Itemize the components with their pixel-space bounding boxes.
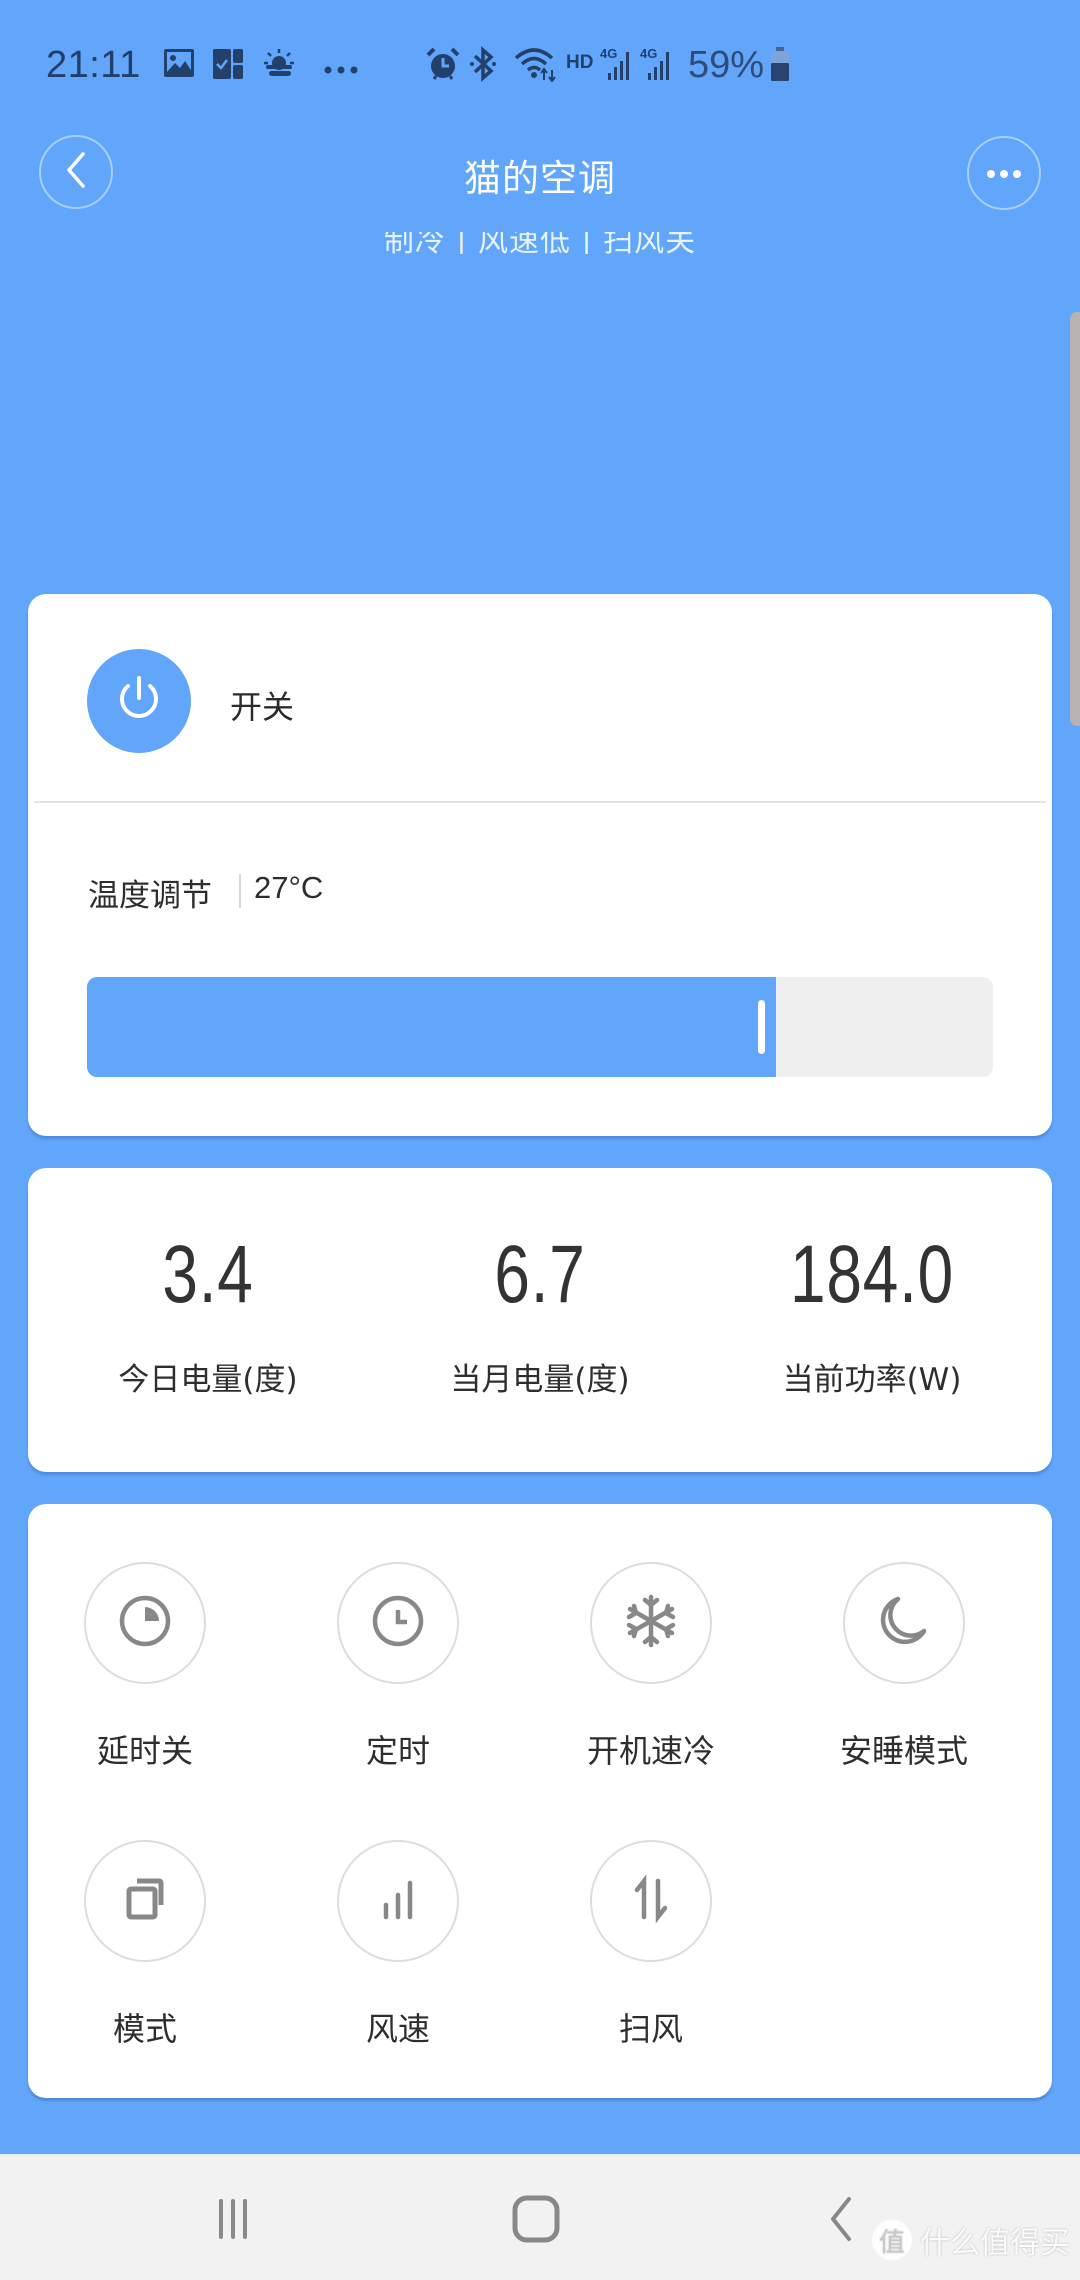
stat-label: 当前功率(W) <box>782 1362 962 1398</box>
function-icon-circle <box>337 1840 459 1962</box>
signal-4g-icon: 4G <box>640 46 680 86</box>
watermark: 值 什么值得买 <box>872 2218 1070 2262</box>
temperature-slider[interactable] <box>87 977 993 1077</box>
energy-stats-card: 3.4 今日电量(度) 6.7 当月电量(度) 184.0 当前功率(W) <box>28 1168 1052 1472</box>
alarm-icon <box>425 46 461 86</box>
stat-current-power: 184.0 当前功率(W) <box>722 1168 1022 1399</box>
weather-icon <box>262 48 296 82</box>
divider <box>34 801 1046 803</box>
page-title: 猫的空调 <box>464 157 616 200</box>
function-fan-speed[interactable]: 风速 <box>298 1840 498 2050</box>
swing-icon <box>623 1871 679 1931</box>
function-sleep-mode[interactable]: 安睡模式 <box>804 1562 1004 1772</box>
home-icon <box>511 2194 561 2248</box>
temperature-separator <box>239 874 241 908</box>
fan-speed-icon <box>370 1871 426 1931</box>
status-summary-container: 制冷 | 风速低 | 扫风关 <box>0 232 1080 254</box>
function-label: 延时关 <box>96 1732 193 1770</box>
more-button[interactable] <box>967 136 1041 210</box>
power-button[interactable] <box>87 649 191 753</box>
status-time: 21:11 <box>46 44 141 86</box>
function-mode[interactable]: 模式 <box>45 1840 245 2050</box>
tasks-icon <box>212 48 244 84</box>
stat-label: 今日电量(度) <box>118 1362 298 1398</box>
temperature-slider-thumb[interactable] <box>758 1000 765 1054</box>
system-nav-bar: 值 什么值得买 <box>0 2154 1080 2280</box>
stat-label: 当月电量(度) <box>450 1362 630 1398</box>
function-icon-circle <box>590 1562 712 1684</box>
stat-value: 6.7 <box>494 1229 586 1320</box>
function-quick-cool[interactable]: 开机速冷 <box>551 1562 751 1772</box>
status-summary: 制冷 | 风速低 | 扫风关 <box>383 232 697 254</box>
control-card: 开关 温度调节 27°C <box>28 594 1052 1136</box>
function-label: 定时 <box>365 1732 430 1770</box>
back-icon <box>825 2195 855 2247</box>
scrollbar-thumb[interactable] <box>1070 312 1080 726</box>
moon-icon <box>876 1593 932 1653</box>
home-button[interactable] <box>496 2186 576 2256</box>
function-label: 开机速冷 <box>586 1732 715 1770</box>
stat-value: 3.4 <box>162 1229 254 1320</box>
delay-off-icon <box>117 1593 173 1653</box>
snowflake-icon <box>623 1593 679 1653</box>
signal-4g-icon: 4G <box>600 46 640 86</box>
battery-percent: 59% <box>688 44 765 86</box>
function-icon-circle <box>843 1562 965 1684</box>
more-dots-icon <box>323 60 359 79</box>
svg-text:4G: 4G <box>600 46 617 61</box>
temperature-label: 温度调节 <box>88 878 212 914</box>
watermark-text: 什么值得买 <box>920 2226 1070 2261</box>
gallery-icon <box>163 48 195 82</box>
function-label: 风速 <box>365 2010 430 2048</box>
nav-back-button[interactable] <box>800 2186 880 2256</box>
bluetooth-icon <box>469 46 497 86</box>
mode-icon <box>117 1871 173 1931</box>
function-icon-circle <box>590 1840 712 1962</box>
stat-month-energy: 6.7 当月电量(度) <box>390 1168 690 1399</box>
stat-today-energy: 3.4 今日电量(度) <box>58 1168 358 1399</box>
function-label: 模式 <box>112 2010 177 2048</box>
recents-button[interactable] <box>193 2186 273 2256</box>
wifi-icon <box>514 46 558 86</box>
function-timer[interactable]: 定时 <box>298 1562 498 1772</box>
recents-icon <box>213 2197 253 2245</box>
function-label: 扫风 <box>618 2010 683 2048</box>
temperature-value: 27°C <box>254 870 324 905</box>
function-icon-circle <box>84 1562 206 1684</box>
more-horizontal-icon <box>986 164 1022 183</box>
hd-icon: HD <box>566 52 594 73</box>
function-icon-circle <box>337 1562 459 1684</box>
power-label: 开关 <box>230 688 295 726</box>
function-icon-circle <box>84 1840 206 1962</box>
power-icon <box>116 674 162 728</box>
svg-text:4G: 4G <box>640 46 657 61</box>
functions-card: 延时关 定时 开机速冷 安睡模式 模式 风速 扫风 <box>28 1504 1052 2098</box>
function-delay-off[interactable]: 延时关 <box>45 1562 245 1772</box>
temperature-slider-fill <box>87 977 776 1077</box>
battery-icon <box>770 46 790 86</box>
status-bar: 21:11 HD 4G 4G 59% <box>0 0 1080 130</box>
function-label: 安睡模式 <box>839 1732 968 1770</box>
clock-icon <box>370 1593 426 1653</box>
stat-value: 184.0 <box>790 1229 954 1320</box>
watermark-badge: 值 <box>872 2220 912 2260</box>
function-swing[interactable]: 扫风 <box>551 1840 751 2050</box>
